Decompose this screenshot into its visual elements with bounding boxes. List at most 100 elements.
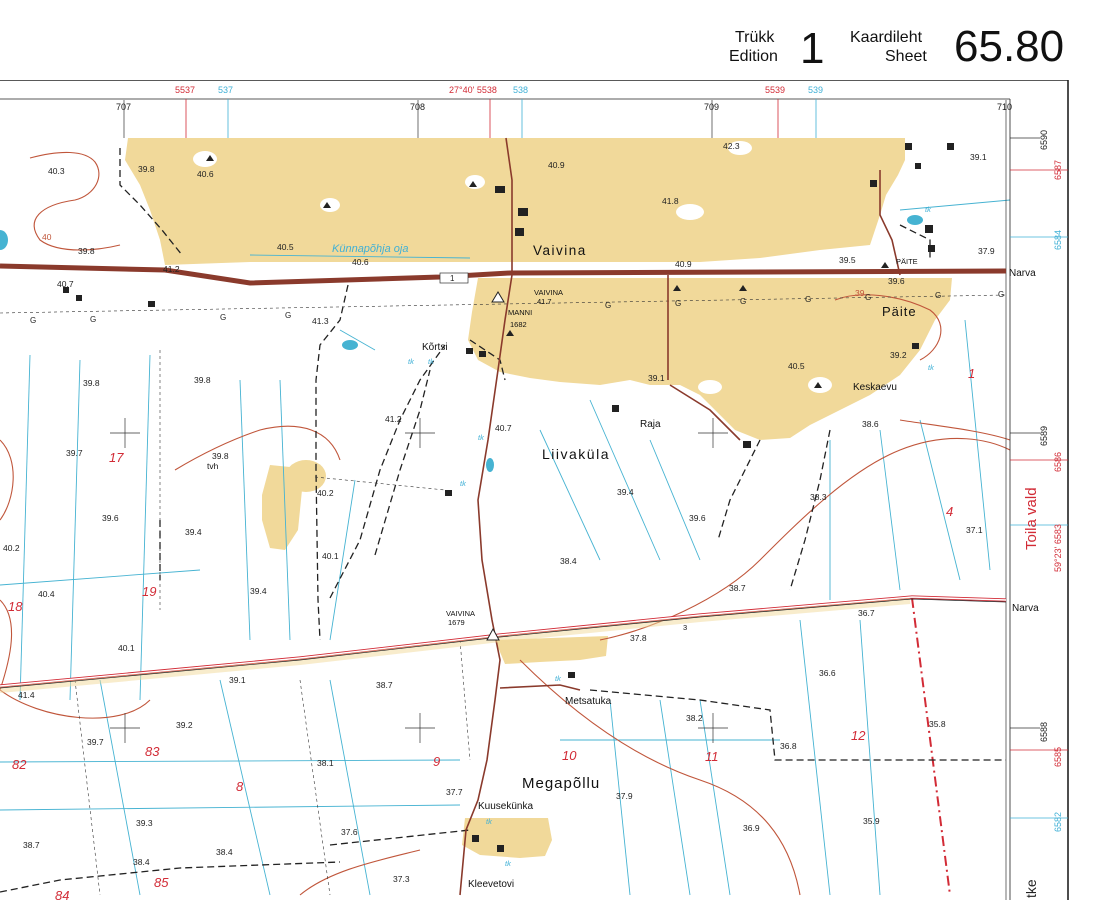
- grid-label-5539: 5539: [765, 85, 785, 95]
- sheet-label-en: Sheet: [885, 48, 927, 65]
- elevation: 40.2: [317, 488, 334, 498]
- elevation: 39.8: [78, 246, 95, 256]
- pipeline-marker: G: [30, 316, 36, 325]
- elevation: 37.9: [978, 246, 995, 256]
- pipeline-marker: G: [285, 311, 291, 320]
- grid-label-710: 710: [997, 102, 1012, 112]
- topographic-map[interactable]: G G G G G G G G G G G 1 40.3 39.8 40.6 4…: [0, 80, 1100, 900]
- edition-label-en: Edition: [729, 48, 778, 65]
- elevation: 37.1: [966, 525, 983, 535]
- road-label-narva-top: Narva: [1009, 268, 1036, 279]
- elevation: 41.2: [385, 414, 402, 424]
- place-liivakula: Liivaküla: [542, 446, 610, 462]
- sheet-number: 65.80: [954, 22, 1065, 71]
- elevation: 39.6: [888, 276, 905, 286]
- grid-label-6582: 6582: [1053, 812, 1063, 832]
- benchmark-vaivina-low-name: VAIVINA: [446, 609, 475, 618]
- parcel-number: 83: [145, 744, 160, 759]
- elevation: 38.4: [216, 847, 233, 857]
- sheet-label-et: Kaardileht: [850, 29, 923, 46]
- elevation: 35.9: [863, 816, 880, 826]
- place-keskaevu: Keskaevu: [853, 382, 897, 393]
- pipeline-marker: G: [740, 297, 746, 306]
- parcel-number: 1: [968, 366, 975, 381]
- place-vaivina: Vaivina: [533, 243, 587, 258]
- parcel-number: 85: [154, 875, 169, 890]
- grid-label-6589: 6589: [1039, 426, 1049, 446]
- parcel-number: 9: [433, 754, 440, 769]
- elevation: 37.8: [630, 633, 647, 643]
- elevation: 39.4: [250, 586, 267, 596]
- parcel-number: 11: [705, 749, 719, 764]
- grid-label-538: 538: [513, 85, 528, 95]
- elevation: 36.7: [858, 608, 875, 618]
- elevation: 40.4: [38, 589, 55, 599]
- grid-label-707: 707: [116, 102, 131, 112]
- elevation: 36.9: [743, 823, 760, 833]
- elevation: 39.8: [194, 375, 211, 385]
- elevation: 39.1: [970, 152, 987, 162]
- elevation: 40.9: [675, 259, 692, 269]
- road-number: 1: [450, 274, 455, 283]
- elevation: 38.4: [560, 556, 577, 566]
- parcel-number: 18: [8, 599, 23, 614]
- elevation: 40.5: [277, 242, 294, 252]
- elevation: 40.7: [57, 279, 74, 289]
- place-kortsi: Kõrtsi: [422, 342, 448, 353]
- place-megapollu: Megapõllu: [522, 775, 600, 792]
- point-3: 3: [683, 623, 687, 632]
- elevation: 39.1: [648, 373, 665, 383]
- elevation: 41.8: [662, 196, 679, 206]
- grid-label-6590: 6590: [1039, 130, 1049, 150]
- benchmark-vaivina-low-value: 1679: [448, 618, 465, 627]
- elevation: 38.7: [23, 840, 40, 850]
- contour-value: 40: [42, 232, 52, 242]
- grid-label-539: 539: [808, 85, 823, 95]
- grid-label-708: 708: [410, 102, 425, 112]
- parcel-number: 12: [851, 728, 866, 743]
- parcel-number: 8: [236, 779, 244, 794]
- elevation: 39.8: [212, 451, 229, 461]
- elevation: 42.3: [723, 141, 740, 151]
- pipeline-marker: G: [865, 293, 871, 302]
- grid-label-6583: 59°23' 6583: [1053, 524, 1063, 572]
- grid-label-537: 537: [218, 85, 233, 95]
- place-manni: MANNI: [508, 308, 532, 317]
- elevation: 40.3: [48, 166, 65, 176]
- place-paite: Päite: [882, 304, 917, 319]
- grid-label-709: 709: [704, 102, 719, 112]
- edition-label-et: Trükk: [735, 29, 775, 46]
- pipeline-marker: G: [220, 313, 226, 322]
- elevation: 39.1: [229, 675, 246, 685]
- pipeline-marker: G: [605, 301, 611, 310]
- contour-value: 39: [855, 288, 865, 298]
- elevation: 39.5: [839, 255, 856, 265]
- grid-label-5538: 27°40' 5538: [449, 85, 497, 95]
- elevation: 39.6: [102, 513, 119, 523]
- pipeline-marker: G: [998, 290, 1004, 299]
- place-paite-caps: PÄITE: [896, 257, 918, 266]
- pipeline-marker: G: [675, 299, 681, 308]
- elevation: 40.6: [197, 169, 214, 179]
- elevation: 39.8: [83, 378, 100, 388]
- sheet-header: Trükk Edition 1 Kaardileht Sheet 65.80: [0, 0, 1100, 78]
- place-metsatuka: Metsatuka: [565, 696, 612, 707]
- elevation: 41.2: [163, 264, 180, 274]
- grid-label-6587: 6587: [1053, 160, 1063, 180]
- elevation: 38.4: [133, 857, 150, 867]
- elevation: 39.4: [617, 487, 634, 497]
- pipeline-marker: G: [935, 291, 941, 300]
- elevation: 39.3: [136, 818, 153, 828]
- elevation: 40.9: [548, 160, 565, 170]
- elevation: 38.7: [376, 680, 393, 690]
- elevation: 40.1: [322, 551, 339, 561]
- grid-label-6584: 6584: [1053, 230, 1063, 250]
- elevation: 39.6: [689, 513, 706, 523]
- grid-label-5537: 5537: [175, 85, 195, 95]
- elevation: 39.2: [176, 720, 193, 730]
- elevation: 40.7: [495, 423, 512, 433]
- pipeline-marker: G: [805, 295, 811, 304]
- elevation: 40.2: [3, 543, 20, 553]
- parcel-number: 19: [142, 584, 156, 599]
- grid-label-6588: 6588: [1039, 722, 1049, 742]
